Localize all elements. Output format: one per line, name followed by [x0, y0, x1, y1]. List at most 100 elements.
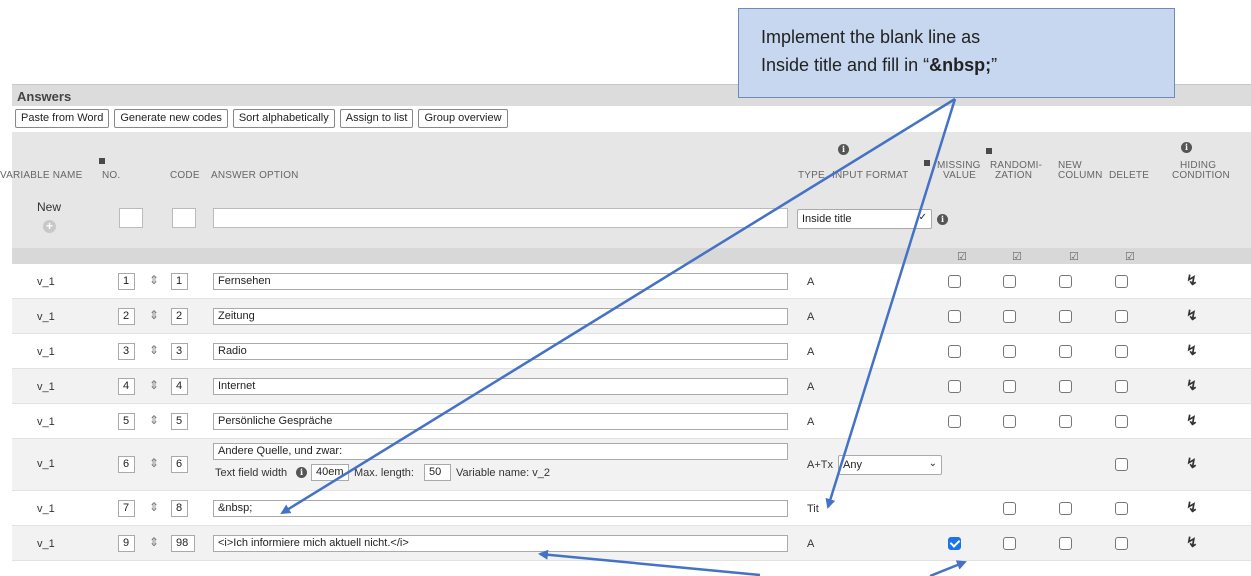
new-column-checkbox[interactable]: [1059, 537, 1072, 550]
hiding-condition-icon[interactable]: ↯: [1186, 534, 1198, 551]
check-all-icon[interactable]: ☑: [1012, 250, 1022, 263]
collapse-icon[interactable]: [986, 148, 992, 154]
hiding-condition-icon[interactable]: ↯: [1186, 307, 1198, 324]
answer-input[interactable]: &nbsp;: [213, 500, 788, 517]
answer-input[interactable]: Zeitung: [213, 308, 788, 325]
paste-from-word-button[interactable]: Paste from Word: [15, 109, 110, 128]
move-updown-icon[interactable]: ⇕: [149, 343, 159, 357]
hiding-condition-icon[interactable]: ↯: [1186, 342, 1198, 359]
chevron-down-icon: ⌄: [928, 458, 937, 469]
answer-input[interactable]: Internet: [213, 378, 788, 395]
delete-checkbox[interactable]: [1115, 502, 1128, 515]
move-updown-icon[interactable]: ⇕: [149, 378, 159, 392]
delete-checkbox[interactable]: [1115, 310, 1128, 323]
move-updown-icon[interactable]: ⇕: [149, 535, 159, 549]
group-overview-button[interactable]: Group overview: [418, 109, 508, 128]
check-all-icon[interactable]: ☑: [1069, 250, 1079, 263]
missing-value-checkbox[interactable]: [948, 380, 961, 393]
max-length-input[interactable]: 50: [424, 464, 451, 481]
info-icon[interactable]: i: [937, 214, 948, 225]
collapse-icon[interactable]: [924, 160, 930, 166]
no-input[interactable]: 1: [118, 273, 135, 290]
new-no-input[interactable]: [119, 208, 143, 228]
code-input[interactable]: 6: [171, 456, 188, 473]
hiding-condition-icon[interactable]: ↯: [1186, 377, 1198, 394]
info-icon[interactable]: i: [838, 144, 849, 155]
new-column-checkbox[interactable]: [1059, 310, 1072, 323]
missing-value-checkbox[interactable]: [948, 345, 961, 358]
new-code-input[interactable]: [172, 208, 196, 228]
answer-input[interactable]: Radio: [213, 343, 788, 360]
move-updown-icon[interactable]: ⇕: [149, 308, 159, 322]
delete-checkbox[interactable]: [1115, 345, 1128, 358]
table-row: v_1 4 ⇕ 4 Internet A ↯: [12, 369, 1251, 404]
code-input[interactable]: 98: [171, 535, 195, 552]
no-input[interactable]: 3: [118, 343, 135, 360]
check-all-icon[interactable]: ☑: [957, 250, 967, 263]
new-column-checkbox[interactable]: [1059, 380, 1072, 393]
hiding-condition-icon[interactable]: ↯: [1186, 272, 1198, 289]
plus-circle-icon[interactable]: +: [43, 220, 56, 233]
no-input[interactable]: 7: [118, 500, 135, 517]
generate-new-codes-button[interactable]: Generate new codes: [114, 109, 228, 128]
code-input[interactable]: 1: [171, 273, 188, 290]
no-input[interactable]: 5: [118, 413, 135, 430]
delete-checkbox[interactable]: [1115, 537, 1128, 550]
randomization-checkbox[interactable]: [1003, 275, 1016, 288]
randomization-checkbox[interactable]: [1003, 310, 1016, 323]
randomization-checkbox[interactable]: [1003, 537, 1016, 550]
new-column-checkbox[interactable]: [1059, 502, 1072, 515]
move-updown-icon[interactable]: ⇕: [149, 413, 159, 427]
move-updown-icon[interactable]: ⇕: [149, 500, 159, 514]
hiding-condition-icon[interactable]: ↯: [1186, 499, 1198, 516]
type-value: A: [807, 538, 815, 550]
answer-input[interactable]: Persönliche Gespräche: [213, 413, 788, 430]
missing-value-checkbox[interactable]: [948, 310, 961, 323]
code-input[interactable]: 8: [171, 500, 188, 517]
delete-checkbox[interactable]: [1115, 415, 1128, 428]
info-icon[interactable]: i: [1181, 142, 1192, 153]
randomization-checkbox[interactable]: [1003, 415, 1016, 428]
sort-alphabetically-button[interactable]: Sort alphabetically: [232, 109, 335, 128]
header-hiding-condition-2: CONDITION: [1172, 170, 1230, 181]
new-answer-input[interactable]: [213, 208, 788, 228]
no-input[interactable]: 2: [118, 308, 135, 325]
new-column-checkbox[interactable]: [1059, 275, 1072, 288]
answer-input[interactable]: Fernsehen: [213, 273, 788, 290]
answer-input[interactable]: Andere Quelle, und zwar:: [213, 443, 788, 460]
missing-value-checkbox[interactable]: [948, 275, 961, 288]
code-input[interactable]: 2: [171, 308, 188, 325]
new-type-select[interactable]: Inside title ✓: [797, 209, 932, 229]
no-input[interactable]: 9: [118, 535, 135, 552]
text-field-width-input[interactable]: 40em: [311, 464, 349, 481]
move-updown-icon[interactable]: ⇕: [149, 273, 159, 287]
randomization-checkbox[interactable]: [1003, 380, 1016, 393]
input-format-select[interactable]: Any ⌄: [838, 455, 942, 475]
delete-checkbox[interactable]: [1115, 275, 1128, 288]
code-input[interactable]: 3: [171, 343, 188, 360]
delete-checkbox[interactable]: [1115, 458, 1128, 471]
move-updown-icon[interactable]: ⇕: [149, 456, 159, 470]
randomization-checkbox[interactable]: [1003, 345, 1016, 358]
check-all-icon[interactable]: ☑: [1125, 250, 1135, 263]
header-new-column-2: COLUMN: [1058, 170, 1103, 181]
callout-text: Inside title and fill in “: [761, 54, 930, 75]
no-input[interactable]: 6: [118, 456, 135, 473]
collapse-icon[interactable]: [99, 158, 105, 164]
no-input[interactable]: 4: [118, 378, 135, 395]
delete-checkbox[interactable]: [1115, 380, 1128, 393]
missing-value-checkbox[interactable]: [948, 415, 961, 428]
info-icon[interactable]: i: [296, 467, 307, 478]
new-column-checkbox[interactable]: [1059, 415, 1072, 428]
new-column-checkbox[interactable]: [1059, 345, 1072, 358]
hiding-condition-icon[interactable]: ↯: [1186, 455, 1198, 472]
code-input[interactable]: 5: [171, 413, 188, 430]
answer-input[interactable]: <i>Ich informiere mich aktuell nicht.</i…: [213, 535, 788, 552]
missing-value-checkbox[interactable]: [948, 537, 961, 550]
code-input[interactable]: 4: [171, 378, 188, 395]
hiding-condition-icon[interactable]: ↯: [1186, 412, 1198, 429]
type-value: A+Tx: [807, 459, 833, 471]
assign-to-list-button[interactable]: Assign to list: [339, 109, 414, 128]
randomization-checkbox[interactable]: [1003, 502, 1016, 515]
new-label: New: [37, 200, 62, 214]
